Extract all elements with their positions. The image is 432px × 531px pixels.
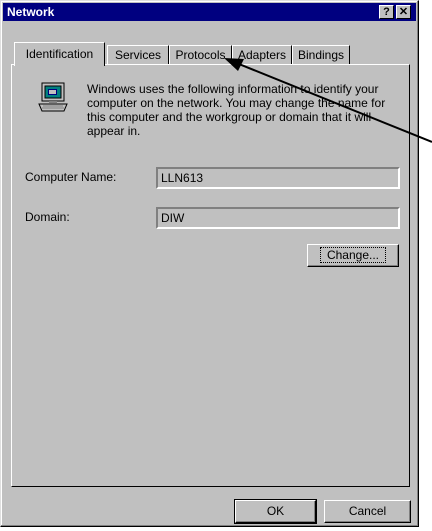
computer-icon [38,82,68,112]
tab-adapters[interactable]: Adapters [232,45,292,65]
tab-identification[interactable]: Identification [14,42,105,66]
ok-button[interactable]: OK [234,499,317,524]
computer-name-field[interactable]: LLN613 [156,167,400,189]
tab-bindings[interactable]: Bindings [292,45,350,65]
close-button[interactable]: ✕ [396,5,411,19]
window-title: Network [7,5,55,19]
help-button[interactable]: ? [379,5,394,19]
computer-name-label: Computer Name: [25,170,117,184]
tab-protocols[interactable]: Protocols [169,45,232,65]
title-bar: Network ? ✕ [3,3,416,21]
cancel-button[interactable]: Cancel [324,500,411,523]
tab-services[interactable]: Services [107,45,169,65]
domain-label: Domain: [25,210,70,224]
domain-field[interactable]: DIW [156,207,400,229]
network-dialog: Network ? ✕ Identification Services Prot… [0,0,419,527]
change-button-label: Change... [319,247,387,263]
identification-description: Windows uses the following information t… [87,82,386,138]
change-button[interactable]: Change... [307,244,399,267]
